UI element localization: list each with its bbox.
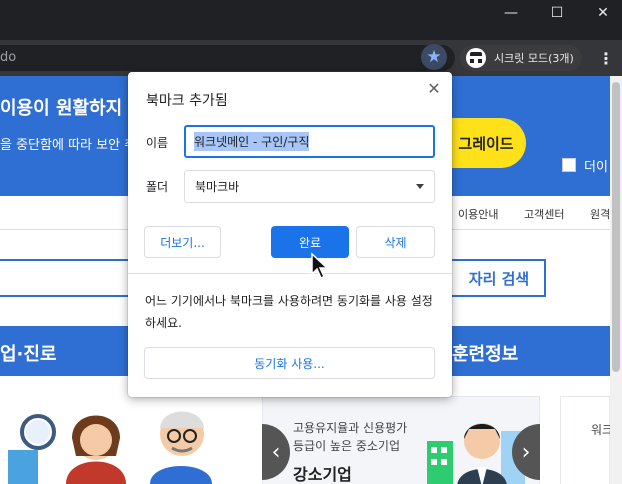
dont-show-checkbox[interactable] — [562, 158, 576, 172]
enable-sync-button[interactable]: 동기화 사용... — [144, 347, 435, 379]
browser-menu-icon[interactable]: ⋮ — [598, 46, 614, 70]
page-scrollbar[interactable] — [610, 76, 622, 484]
title-bar: — ☐ ✕ — [0, 0, 622, 40]
nav-link-remote[interactable]: 원격 — [590, 206, 610, 222]
folder-value: 북마크바 — [195, 180, 240, 194]
minimize-button[interactable]: — — [488, 0, 534, 26]
incognito-icon — [466, 48, 486, 68]
dont-show-label: 더이 — [584, 160, 608, 175]
remove-button[interactable]: 삭제 — [356, 226, 435, 258]
mouse-cursor-icon — [311, 252, 329, 280]
card-description-line1: 고용유지율과 신용평가 — [293, 421, 408, 435]
dropdown-arrow-icon — [416, 184, 424, 189]
maximize-button[interactable]: ☐ — [534, 0, 580, 26]
worknet-card[interactable]: 워크 — [560, 396, 610, 484]
job-search-button[interactable]: 자리 검색 — [440, 259, 546, 297]
card-description-line2: 등급이 높은 중소기업 — [293, 439, 400, 453]
incognito-label: 시크릿 모드(3개) — [494, 52, 574, 65]
more-button[interactable]: 더보기... — [144, 226, 221, 258]
bookmark-name-value: 워크넷메인 - 구인/구직 — [194, 132, 310, 151]
card-title: 강소기업 — [293, 465, 352, 484]
section-title-training[interactable]: 훈련정보 — [452, 340, 518, 366]
address-bar[interactable]: do — [0, 45, 455, 71]
banner-heading: 이용이 원활하지 않 — [0, 98, 146, 119]
dialog-title: 북마크 추가됨 — [146, 93, 228, 109]
name-label: 이름 — [146, 136, 169, 150]
section-title-career[interactable]: 업·진로 — [0, 340, 57, 366]
banner-text: 을 중단함에 따라 보안 취약 — [0, 138, 149, 153]
bookmark-added-dialog: 북마크 추가됨 ✕ 이름 워크넷메인 - 구인/구직 폴더 북마크바 더보기..… — [128, 72, 452, 397]
close-icon[interactable]: ✕ — [424, 78, 444, 98]
card-right-label: 워크 — [591, 423, 610, 437]
browser-toolbar: do ★ 시크릿 모드(3개) ⋮ — [0, 40, 622, 76]
scrollbar-thumb[interactable] — [612, 82, 620, 372]
sync-promo-text: 어느 기기에서나 북마크를 사용하려면 동기화를 사용 설정하세요. — [145, 294, 433, 330]
address-text: do — [0, 50, 17, 65]
incognito-indicator[interactable]: 시크릿 모드(3개) — [460, 45, 582, 71]
folder-label: 폴더 — [146, 180, 169, 194]
bookmark-name-input[interactable]: 워크넷메인 - 구인/구직 — [184, 125, 435, 158]
folder-select[interactable]: 북마크바 — [184, 170, 435, 203]
nav-link-guide[interactable]: 이용안내 — [458, 206, 498, 222]
strong-sme-card[interactable]: 고용유지율과 신용평가 등급이 높은 중소기업 강소기업 — [262, 396, 540, 484]
career-illustration — [0, 394, 252, 484]
bookmark-star-icon[interactable]: ★ — [421, 44, 447, 70]
dialog-divider — [128, 273, 452, 274]
nav-link-support[interactable]: 고객센터 — [524, 206, 564, 222]
close-window-button[interactable]: ✕ — [580, 0, 622, 26]
